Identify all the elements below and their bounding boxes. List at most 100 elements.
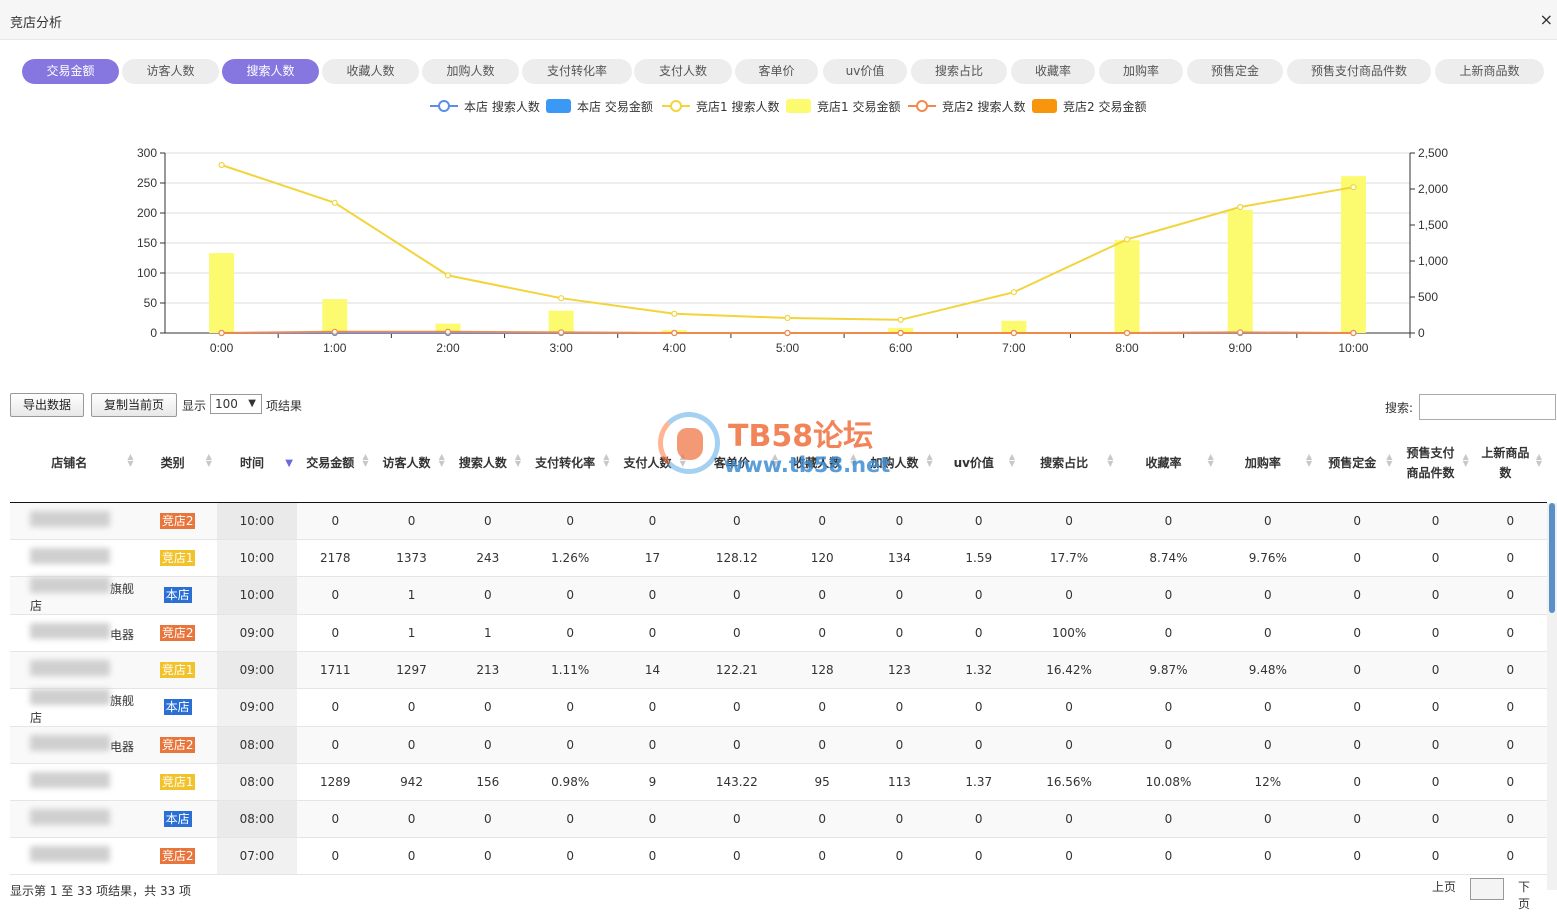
sort-desc-icon: ▼ — [285, 458, 293, 469]
value-cell: 0 — [1397, 502, 1474, 540]
x-tick-label: 9:00 — [1229, 341, 1253, 355]
tab-0[interactable]: 交易金额 — [22, 59, 119, 84]
value-cell: 0 — [1397, 688, 1474, 727]
table-row[interactable]: 旗舰店 本店 10:00 0 1 0 0 0 0 0 0 0 0 0 0 0 0 0 — [10, 576, 1547, 615]
sort-icon: ▲ ▼ — [1305, 452, 1313, 468]
value-cell: 0 — [297, 502, 374, 540]
value-cell: 0 — [1317, 539, 1398, 577]
tab-9[interactable]: 搜索占比 — [911, 59, 1007, 84]
legend-item-4[interactable]: 竞店2 搜索人数 — [908, 96, 1025, 116]
column-header-label: 访客人数 — [382, 456, 431, 471]
table-row[interactable]: 竞店1 10:00 2178 1373 243 1.26% 17 128.12 120 134 1.… — [10, 539, 1547, 577]
vertical-scrollbar[interactable] — [1547, 503, 1557, 890]
column-header-16[interactable]: 预售支付商品件数 ▲ ▼ — [1397, 425, 1474, 503]
tab-2[interactable]: 搜索人数 — [222, 59, 319, 84]
column-header-label: 预售定金 — [1328, 456, 1377, 471]
value-cell: 0 — [526, 800, 615, 838]
value-cell: 0 — [783, 614, 862, 652]
type-badge: 竞店1 — [159, 661, 196, 678]
search-input[interactable] — [1419, 394, 1556, 420]
table-row[interactable]: 电器 竞店2 09:00 0 1 1 0 0 0 0 0 0 100% 0 0 0 0 0 — [10, 614, 1547, 652]
export-data-button[interactable]: 导出数据 — [10, 393, 84, 417]
column-header-14[interactable]: 加购率 ▲ ▼ — [1218, 425, 1318, 503]
tab-10[interactable]: 收藏率 — [1011, 59, 1095, 84]
column-header-17[interactable]: 上新商品数 ▲ ▼ — [1473, 425, 1547, 503]
column-header-8[interactable]: 客单价 ▲ ▼ — [690, 425, 783, 503]
column-header-2[interactable]: 时间 ▼ — [216, 425, 298, 503]
column-header-0[interactable]: 店铺名 ▲ ▼ — [10, 425, 139, 503]
close-icon[interactable]: × — [1540, 10, 1553, 29]
point-竞店2 搜索人数 — [1237, 329, 1244, 336]
column-header-4[interactable]: 访客人数 ▲ ▼ — [373, 425, 450, 503]
table-row[interactable]: 旗舰店 本店 09:00 0 0 0 0 0 0 0 0 0 0 0 0 0 0 0 — [10, 688, 1547, 727]
table-row[interactable]: 竞店2 07:00 0 0 0 0 0 0 0 0 0 0 0 0 0 0 0 — [10, 837, 1547, 875]
type-badge: 本店 — [163, 810, 192, 827]
tab-4[interactable]: 加购人数 — [422, 59, 519, 84]
legend-item-3[interactable]: 竞店1 交易金额 — [786, 96, 900, 116]
table-info: 显示第 1 至 33 项结果，共 33 项 — [10, 884, 192, 898]
value-cell: 128 — [783, 651, 862, 689]
type-badge: 竞店1 — [159, 773, 196, 790]
shop-name-suffix: 电器 — [110, 627, 135, 642]
legend-item-5[interactable]: 竞店2 交易金额 — [1032, 96, 1146, 116]
search-label: 搜索: — [1385, 401, 1414, 415]
column-header-10[interactable]: 加购人数 ▲ ▼ — [861, 425, 938, 503]
value-cell: 0 — [861, 502, 938, 540]
scrollbar-thumb[interactable] — [1549, 503, 1555, 613]
value-cell: 0 — [1019, 726, 1119, 764]
tab-7[interactable]: 客单价 — [735, 59, 818, 84]
table-row[interactable]: 竞店2 10:00 0 0 0 0 0 0 0 0 0 0 0 0 0 0 0 — [10, 502, 1547, 540]
legend-bar-icon — [1032, 99, 1057, 113]
tab-5[interactable]: 支付转化率 — [522, 59, 632, 84]
blurred-shop-name — [30, 772, 110, 788]
value-cell: 0 — [1317, 688, 1398, 727]
tab-14[interactable]: 上新商品数 — [1435, 59, 1544, 84]
value-cell: 0 — [1317, 837, 1398, 875]
table-row[interactable]: 竞店1 09:00 1711 1297 213 1.11% 14 122.21 128 123 1.… — [10, 651, 1547, 689]
column-header-label: 搜索占比 — [1040, 456, 1089, 471]
current-page-button[interactable] — [1470, 878, 1504, 900]
page-size-select[interactable]: 100 ▼ — [210, 394, 262, 414]
tab-6[interactable]: 支付人数 — [634, 59, 732, 84]
column-header-15[interactable]: 预售定金 ▲ ▼ — [1317, 425, 1398, 503]
value-cell: 0 — [1118, 502, 1219, 540]
value-cell: 0 — [1218, 614, 1318, 652]
x-tick-label: 0:00 — [210, 341, 234, 355]
copy-page-button[interactable]: 复制当前页 — [91, 393, 177, 417]
tab-12[interactable]: 预售定金 — [1187, 59, 1283, 84]
sort-icon: ▲ ▼ — [514, 452, 522, 468]
point-竞店2 搜索人数 — [218, 329, 225, 337]
legend-item-1[interactable]: 本店 交易金额 — [546, 96, 653, 116]
tab-13[interactable]: 预售支付商品件数 — [1287, 59, 1431, 84]
legend-item-0[interactable]: 本店 搜索人数 — [430, 96, 540, 116]
value-cell: 95 — [783, 763, 862, 801]
column-header-9[interactable]: 收藏人数 ▲ ▼ — [783, 425, 862, 503]
column-header-1[interactable]: 类别 ▲ ▼ — [138, 425, 217, 503]
column-header-7[interactable]: 支付人数 ▲ ▼ — [614, 425, 691, 503]
tab-8[interactable]: uv价值 — [823, 59, 907, 84]
table-row[interactable]: 电器 竞店2 08:00 0 0 0 0 0 0 0 0 0 0 0 0 0 0 0 — [10, 726, 1547, 764]
column-header-12[interactable]: 搜索占比 ▲ ▼ — [1019, 425, 1119, 503]
next-page-button[interactable]: 下页 — [1518, 878, 1530, 912]
tab-11[interactable]: 加购率 — [1099, 59, 1183, 84]
table-row[interactable]: 本店 08:00 0 0 0 0 0 0 0 0 0 0 0 0 0 0 0 — [10, 800, 1547, 838]
column-header-label: 收藏人数 — [793, 456, 842, 471]
column-header-6[interactable]: 支付转化率 ▲ ▼ — [526, 425, 615, 503]
page-size-value: 100 — [215, 397, 238, 411]
value-cell: 0 — [614, 614, 691, 652]
type-cell: 竞店1 — [138, 763, 217, 801]
value-cell: 0 — [297, 688, 374, 727]
y-left-tick-label: 200 — [137, 206, 157, 220]
table-row[interactable]: 竞店1 08:00 1289 942 156 0.98% 9 143.22 95 113 1.37 1… — [10, 763, 1547, 801]
value-cell: 0 — [449, 502, 526, 540]
column-header-5[interactable]: 搜索人数 ▲ ▼ — [449, 425, 526, 503]
legend-item-2[interactable]: 竞店1 搜索人数 — [662, 96, 779, 116]
x-tick-label: 4:00 — [663, 341, 687, 355]
column-header-11[interactable]: uv价值 ▲ ▼ — [937, 425, 1020, 503]
prev-page-button[interactable]: 上页 — [1432, 880, 1456, 894]
column-header-3[interactable]: 交易金额 ▲ ▼ — [297, 425, 374, 503]
y-right-tick-label: 0 — [1418, 326, 1425, 340]
tab-1[interactable]: 访客人数 — [122, 59, 219, 84]
tab-3[interactable]: 收藏人数 — [322, 59, 419, 84]
column-header-13[interactable]: 收藏率 ▲ ▼ — [1118, 425, 1219, 503]
